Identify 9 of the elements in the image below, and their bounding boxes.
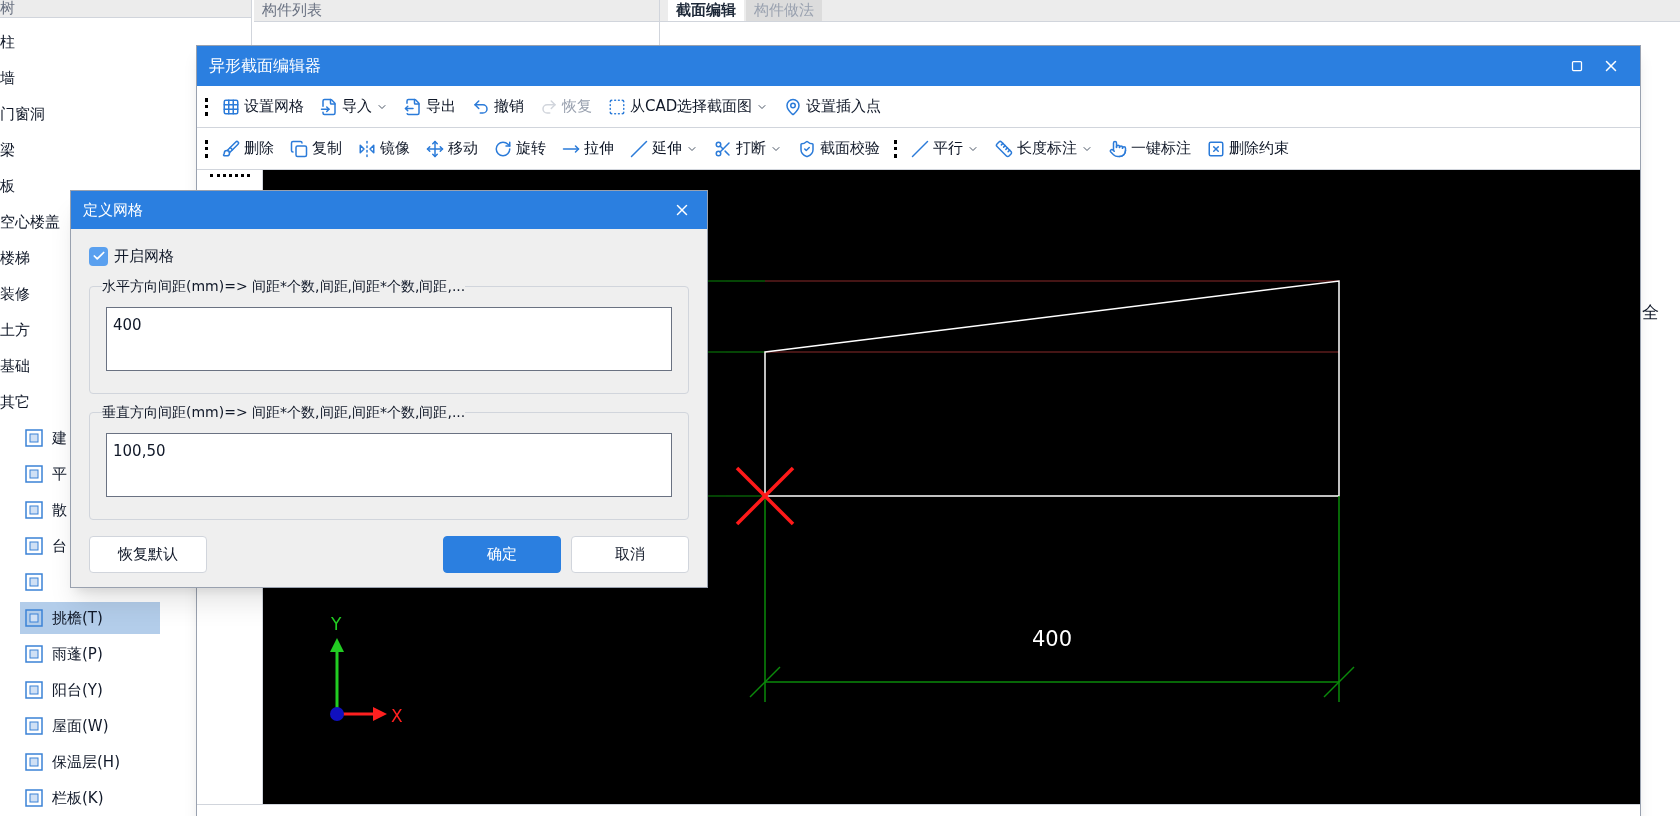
checkbox-label: 开启网格	[114, 246, 174, 267]
axis-label: Y	[331, 614, 342, 634]
axis-label: X	[391, 706, 403, 726]
window-title: 异形截面编辑器	[209, 55, 322, 77]
panel-title: 树	[0, 1, 15, 16]
dimension-label: 400	[1031, 627, 1073, 651]
dialog-title: 定义网格	[83, 199, 144, 221]
panel-title: 构件列表	[262, 3, 322, 18]
side-label: 全	[1642, 301, 1660, 324]
